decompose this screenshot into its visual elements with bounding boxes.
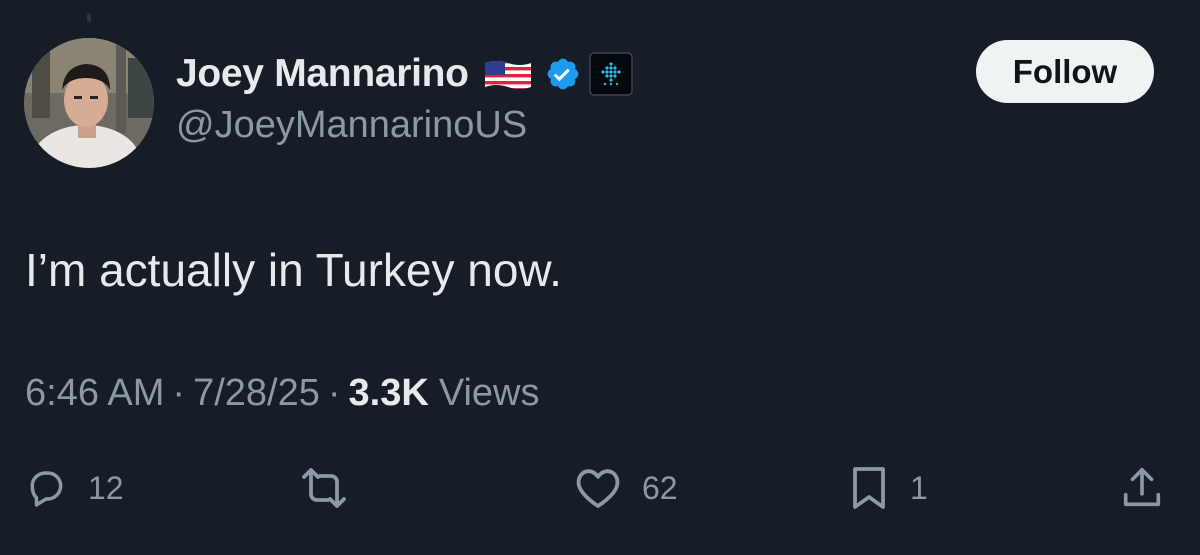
follow-button[interactable]: Follow: [976, 40, 1154, 103]
verified-badge-icon[interactable]: [545, 56, 581, 92]
action-bar: 12 62 1: [0, 458, 1200, 518]
views-label[interactable]: Views: [439, 372, 540, 415]
thread-line: [87, 13, 91, 22]
share-icon: [1123, 467, 1161, 507]
tweet-time[interactable]: 6:46 AM: [25, 372, 164, 415]
tweet-card: Joey Mannarino @JoeyMannarinoUS Follow I…: [0, 0, 1200, 555]
repost-button[interactable]: [296, 458, 352, 518]
meta-separator: ·: [327, 372, 341, 414]
affiliate-badge-icon[interactable]: [588, 52, 633, 96]
like-count: 62: [642, 469, 678, 506]
tweet-meta: 6:46 AM · 7/28/25 · 3.3K Views: [25, 372, 540, 415]
tweet-date[interactable]: 7/28/25: [193, 372, 320, 415]
repost-icon: [302, 468, 346, 508]
bookmark-icon: [853, 467, 885, 509]
reply-icon: [30, 471, 63, 507]
author-name-row: Joey Mannarino: [176, 44, 633, 104]
share-button[interactable]: [1120, 458, 1164, 518]
bookmark-button[interactable]: 1: [848, 458, 928, 518]
tweet-text: I’m actually in Turkey now.: [25, 244, 562, 296]
meta-separator: ·: [172, 372, 186, 414]
bookmark-count: 1: [910, 469, 928, 506]
like-button[interactable]: 62: [574, 458, 678, 518]
us-flag-icon: [483, 57, 533, 91]
display-name[interactable]: Joey Mannarino: [176, 52, 469, 96]
reply-button[interactable]: 12: [24, 458, 124, 518]
reply-count: 12: [88, 469, 124, 506]
heart-icon: [576, 469, 620, 508]
avatar[interactable]: [24, 38, 154, 168]
views-count[interactable]: 3.3K: [349, 372, 429, 415]
author-handle[interactable]: @JoeyMannarinoUS: [176, 104, 527, 147]
avatar-photo: [24, 38, 154, 168]
